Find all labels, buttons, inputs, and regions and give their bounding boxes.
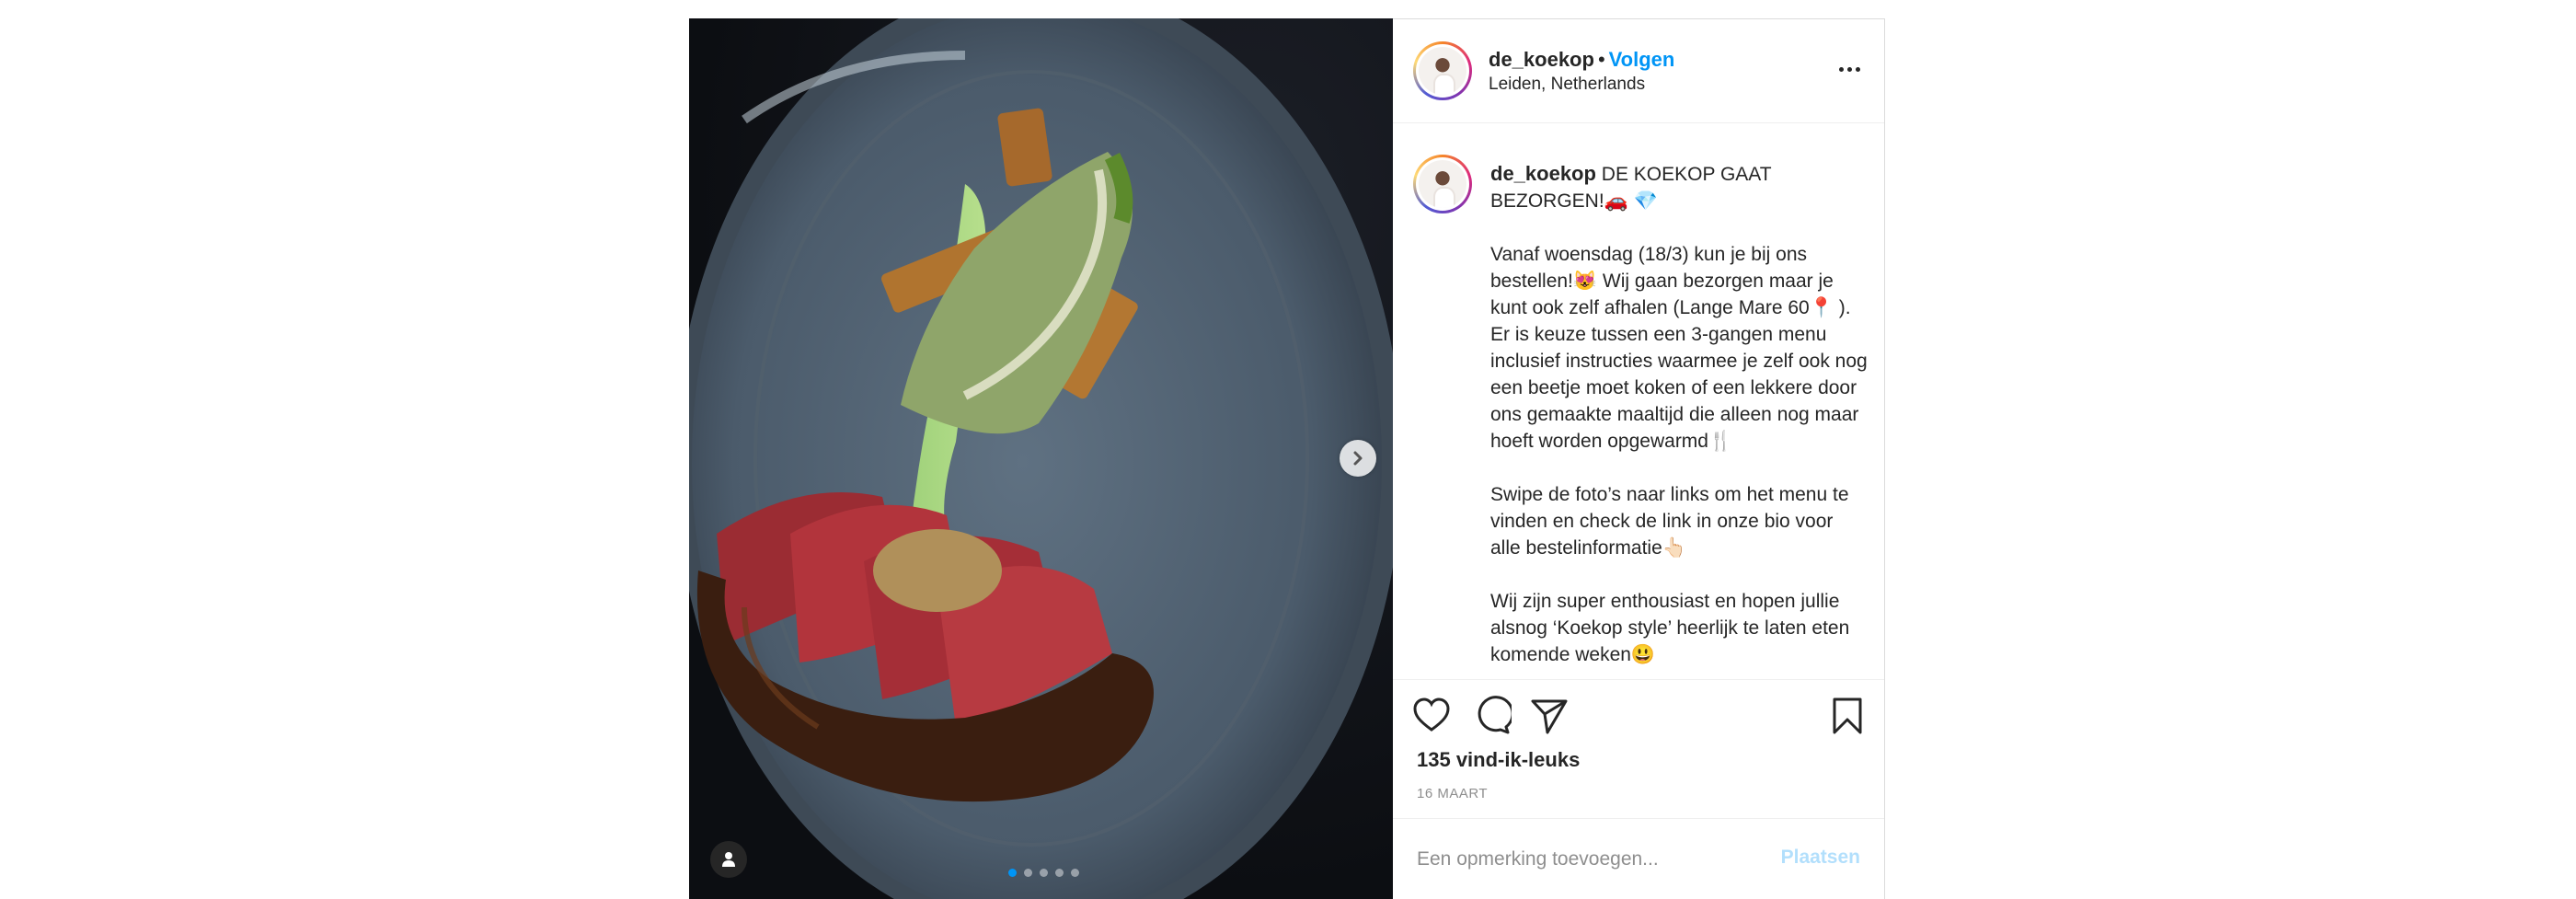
caption-line: Swipe de foto’s naar links om het menu t… xyxy=(1490,484,1849,559)
follow-button[interactable]: Volgen xyxy=(1609,48,1675,71)
separator-dot: • xyxy=(1597,48,1605,71)
header-user-line: de_koekop • Volgen xyxy=(1489,48,1674,72)
carousel-dot xyxy=(1040,869,1048,877)
carousel-dot xyxy=(1008,869,1017,877)
next-slide-button[interactable] xyxy=(1340,440,1376,477)
avatar[interactable] xyxy=(1413,41,1472,100)
post-date[interactable]: 16 MAART xyxy=(1417,786,1488,801)
comment-bubble-icon[interactable] xyxy=(1471,696,1512,736)
carousel-dot xyxy=(1055,869,1064,877)
post-media[interactable] xyxy=(689,18,1393,899)
carousel-dot xyxy=(1024,869,1032,877)
username-link[interactable]: de_koekop xyxy=(1489,48,1594,71)
location-link[interactable]: Leiden, Netherlands xyxy=(1489,75,1645,95)
tagged-people-button[interactable] xyxy=(710,841,747,878)
post-details-panel: de_koekop • Volgen Leiden, Netherlands de_… xyxy=(1393,18,1885,899)
heart-icon[interactable] xyxy=(1411,696,1452,736)
bookmark-icon[interactable] xyxy=(1827,696,1868,736)
caption-text: de_koekop DE KOEKOP GAAT BEZORGEN!🚗 💎 Va… xyxy=(1490,160,1868,695)
more-options-icon[interactable] xyxy=(1839,67,1860,72)
comment-form: Plaatsen xyxy=(1393,818,1884,899)
like-count[interactable]: 135 vind-ik-leuks xyxy=(1417,748,1580,772)
carousel-indicator xyxy=(1008,869,1079,877)
comment-input[interactable] xyxy=(1417,845,1748,874)
carousel-dot xyxy=(1071,869,1079,877)
dish-photo xyxy=(689,18,1393,899)
caption-section: de_koekop DE KOEKOP GAAT BEZORGEN!🚗 💎 Va… xyxy=(1393,123,1884,680)
caption-username-link[interactable]: de_koekop xyxy=(1490,162,1596,185)
avatar[interactable] xyxy=(1413,155,1472,213)
caption-line: Wij zijn super enthousiast en hopen jull… xyxy=(1490,591,1850,665)
post-header: de_koekop • Volgen Leiden, Netherlands xyxy=(1393,19,1884,123)
action-bar xyxy=(1393,696,1884,743)
post-comment-button[interactable]: Plaatsen xyxy=(1781,847,1860,869)
chevron-right-icon xyxy=(1353,451,1363,466)
person-tag-icon xyxy=(722,852,735,867)
caption-line: Vanaf woensdag (18/3) kun je bij ons bes… xyxy=(1490,244,1868,452)
paper-plane-icon[interactable] xyxy=(1529,696,1570,736)
